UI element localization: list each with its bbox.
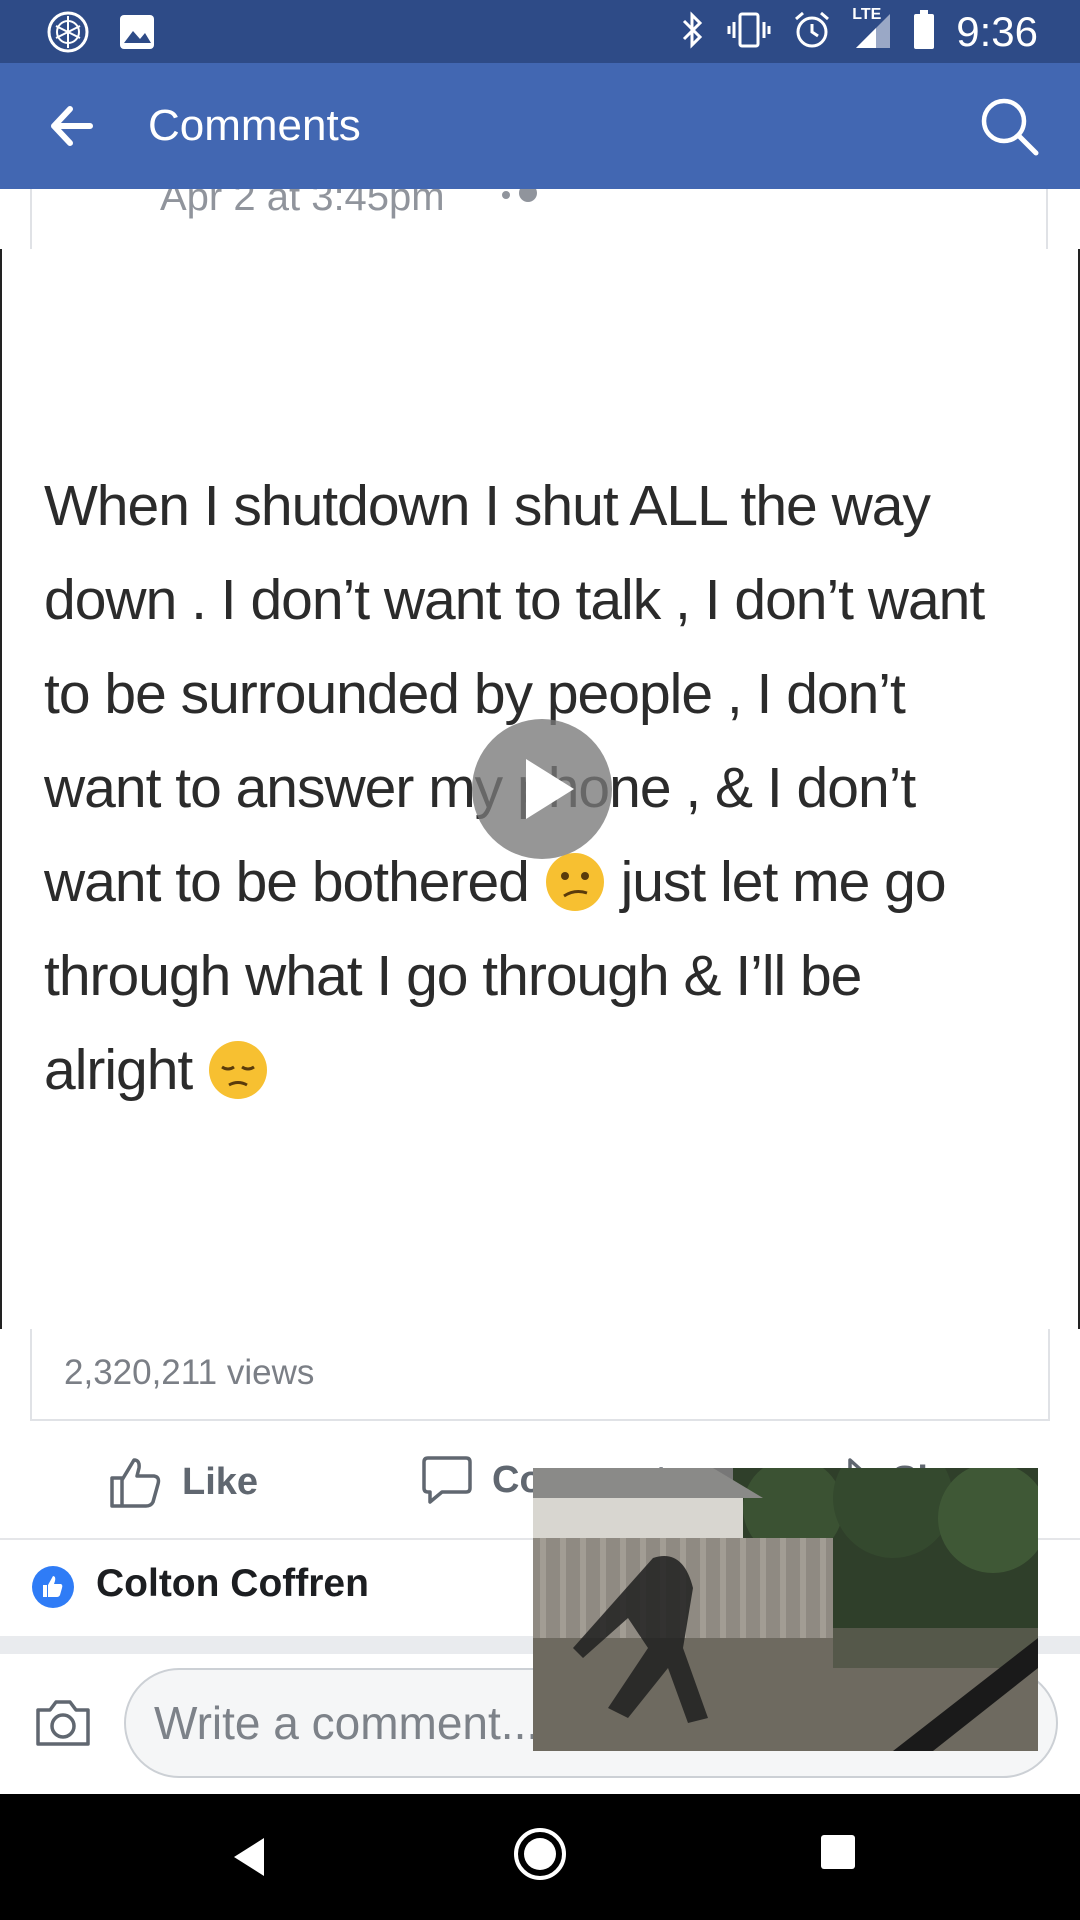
image-icon [118, 13, 156, 56]
bluetooth-icon [680, 10, 706, 55]
vibrate-icon [726, 10, 772, 55]
camera-icon[interactable] [32, 1692, 94, 1754]
alarm-icon [792, 10, 832, 55]
thumbs-up-icon [110, 1458, 161, 1508]
pensive-face-icon [207, 1035, 269, 1099]
nav-recents-icon[interactable] [818, 1832, 858, 1877]
comment-bubble-icon [422, 1456, 472, 1504]
app-circle-icon [46, 10, 90, 59]
post-meta: Apr 2 at 3:45pm [30, 189, 1048, 249]
play-button[interactable] [472, 719, 612, 859]
like-button[interactable]: Like [108, 1454, 258, 1510]
play-icon [526, 759, 574, 819]
page-title: Comments [148, 101, 361, 150]
status-bar: LTE 9:36 [0, 0, 1080, 63]
post-date: Apr 2 at 3:45pm [160, 189, 445, 219]
back-arrow-icon[interactable] [42, 99, 102, 153]
audience-icon [502, 189, 542, 218]
nav-home-icon[interactable] [512, 1826, 568, 1887]
nav-back-icon[interactable] [220, 1830, 274, 1889]
search-icon[interactable] [976, 93, 1042, 159]
views-container: 2,320,211 views [30, 1329, 1050, 1421]
clock: 9:36 [956, 8, 1038, 55]
signal-icon: LTE [852, 6, 892, 55]
battery-icon [912, 9, 936, 56]
reactor-name[interactable]: Colton Coffren [96, 1562, 369, 1606]
navigation-bar [0, 1794, 1080, 1920]
video-thumbnail [533, 1468, 1038, 1751]
mini-video-player[interactable] [533, 1468, 1038, 1751]
video-player[interactable]: When I shutdown I shut ALL the way down … [0, 249, 1080, 1329]
app-bar: Comments [0, 63, 1080, 189]
view-count: 2,320,211 views [64, 1353, 315, 1392]
like-reaction-icon [32, 1566, 74, 1608]
